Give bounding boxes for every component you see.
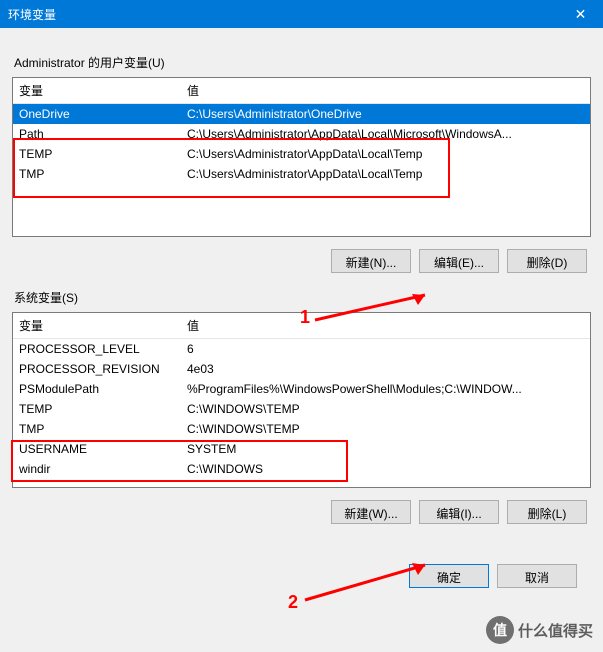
- col-header-value[interactable]: 值: [187, 317, 584, 334]
- system-vars-label: 系统变量(S): [14, 289, 591, 306]
- titlebar: 环境变量 ✕: [0, 0, 603, 28]
- watermark-text: 什么值得买: [518, 620, 593, 641]
- cancel-button[interactable]: 取消: [497, 564, 577, 588]
- new-user-var-button[interactable]: 新建(N)...: [331, 249, 411, 273]
- table-row[interactable]: PROCESSOR_LEVEL 6: [13, 339, 590, 359]
- new-system-var-button[interactable]: 新建(W)...: [331, 500, 411, 524]
- table-row[interactable]: PSModulePath %ProgramFiles%\WindowsPower…: [13, 379, 590, 399]
- edit-system-var-button[interactable]: 编辑(I)...: [419, 500, 499, 524]
- watermark: 值 什么值得买: [486, 616, 593, 644]
- delete-user-var-button[interactable]: 删除(D): [507, 249, 587, 273]
- user-list-header: 变量 值: [13, 78, 590, 104]
- window-title: 环境变量: [8, 6, 56, 23]
- table-row[interactable]: PROCESSOR_REVISION 4e03: [13, 359, 590, 379]
- table-row[interactable]: TEMP C:\WINDOWS\TEMP: [13, 399, 590, 419]
- delete-system-var-button[interactable]: 删除(L): [507, 500, 587, 524]
- table-row[interactable]: TMP C:\WINDOWS\TEMP: [13, 419, 590, 439]
- table-row[interactable]: OneDrive C:\Users\Administrator\OneDrive: [13, 104, 590, 124]
- table-row[interactable]: windir C:\WINDOWS: [13, 459, 590, 479]
- edit-user-var-button[interactable]: 编辑(E)...: [419, 249, 499, 273]
- dialog-button-row: 确定 取消: [12, 564, 577, 588]
- col-header-name[interactable]: 变量: [19, 317, 187, 334]
- table-row[interactable]: TMP C:\Users\Administrator\AppData\Local…: [13, 164, 590, 184]
- annotation-number: 2: [288, 592, 298, 613]
- table-row[interactable]: Path C:\Users\Administrator\AppData\Loca…: [13, 124, 590, 144]
- user-vars-label: Administrator 的用户变量(U): [14, 54, 591, 71]
- ok-button[interactable]: 确定: [409, 564, 489, 588]
- annotation-number: 1: [300, 307, 310, 328]
- user-vars-listbox[interactable]: 变量 值 OneDrive C:\Users\Administrator\One…: [12, 77, 591, 237]
- system-button-row: 新建(W)... 编辑(I)... 删除(L): [12, 500, 587, 524]
- table-row[interactable]: USERNAME SYSTEM: [13, 439, 590, 459]
- watermark-icon: 值: [486, 616, 514, 644]
- user-button-row: 新建(N)... 编辑(E)... 删除(D): [12, 249, 587, 273]
- close-icon[interactable]: ✕: [558, 0, 603, 28]
- col-header-value[interactable]: 值: [187, 82, 584, 99]
- col-header-name[interactable]: 变量: [19, 82, 187, 99]
- system-vars-listbox[interactable]: 变量 值 PROCESSOR_LEVEL 6 PROCESSOR_REVISIO…: [12, 312, 591, 488]
- table-row[interactable]: TEMP C:\Users\Administrator\AppData\Loca…: [13, 144, 590, 164]
